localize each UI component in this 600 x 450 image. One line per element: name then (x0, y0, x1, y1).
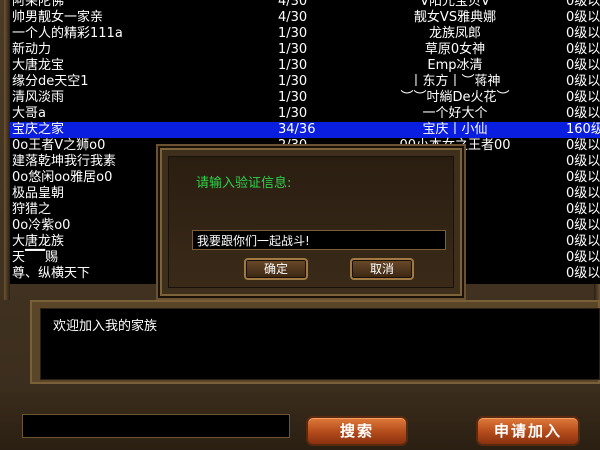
family-name: 狩猎之 (12, 202, 52, 217)
leader-name: 一个好大个 (422, 106, 488, 121)
ok-button[interactable]: 确定 (244, 258, 308, 280)
family-notice: 欢迎加入我的家族 (40, 308, 600, 380)
level-requirement: 160级 (566, 122, 600, 137)
family-name: 大唐龙宝 (12, 58, 65, 73)
family-row[interactable]: 大哥a 1/30 一个好大个 0级以 (10, 106, 600, 122)
member-count: 1/30 (278, 106, 308, 121)
level-requirement: 0级以 (566, 266, 600, 281)
search-input[interactable] (22, 414, 290, 438)
family-name: 尊、纵横天下 (12, 266, 91, 281)
cancel-button[interactable]: 取消 (350, 258, 414, 280)
apply-join-button[interactable]: 申请加入 (476, 416, 580, 446)
dialog-prompt: 请输入验证信息: (196, 176, 292, 191)
level-requirement: 0级以 (566, 138, 600, 153)
family-name: 建落乾坤我行我素 (12, 154, 117, 169)
level-requirement: 0级以 (566, 186, 600, 201)
family-name: 极品皇朝 (12, 186, 65, 201)
member-count: 4/30 (278, 10, 308, 25)
level-requirement: 0级以 (566, 250, 600, 265)
leader-name: 草原0女神 (424, 42, 486, 57)
family-name: 0o王者V之狮o0 (12, 138, 106, 153)
family-row[interactable]: 大唐龙宝 1/30 Emp冰清 0级以 (10, 58, 600, 74)
family-name: 0o冷紫o0 (12, 218, 71, 233)
family-row[interactable]: 一个人的精彩111a 1/30 龙族凤郎 0级以 (10, 26, 600, 42)
member-count: 1/30 (278, 74, 308, 89)
level-requirement: 0级以 (566, 10, 600, 25)
family-name: 新动力 (12, 42, 52, 57)
level-requirement: 0级以 (566, 26, 600, 41)
family-row[interactable]: 宝庆之家 34/36 宝庆丨小仙 160级 (10, 122, 600, 138)
family-name: 阿呆陀佛 (12, 0, 65, 9)
family-name: 宝庆之家 (12, 122, 65, 137)
level-requirement: 0级以 (566, 74, 600, 89)
family-name: 一个人的精彩111a (12, 26, 123, 41)
leader-name: 丨东方丨︶蒋神 (409, 74, 501, 89)
leader-name: Emp冰清 (427, 58, 483, 73)
leader-name: ︶︶吋緔De火花︶ (400, 90, 510, 105)
family-name: 0o悠闲oo雅居o0 (12, 170, 113, 185)
level-requirement: 0级以 (566, 218, 600, 233)
level-requirement: 0级以 (566, 202, 600, 217)
family-name: 缘分de天空1 (12, 74, 89, 89)
member-count: 4/30 (278, 0, 308, 9)
search-button[interactable]: 搜索 (306, 416, 408, 446)
family-name: 清风淡雨 (12, 90, 65, 105)
family-row[interactable]: 缘分de天空1 1/30 丨东方丨︶蒋神 0级以 (10, 74, 600, 90)
member-count: 1/30 (278, 90, 308, 105)
leader-name: 宝庆丨小仙 (422, 122, 488, 137)
level-requirement: 0级以 (566, 0, 600, 9)
family-name: 帅男靓女一家亲 (12, 10, 104, 25)
level-requirement: 0级以 (566, 42, 600, 57)
member-count: 1/30 (278, 42, 308, 57)
level-requirement: 0级以 (566, 234, 600, 249)
level-requirement: 0级以 (566, 170, 600, 185)
member-count: 1/30 (278, 58, 308, 73)
level-requirement: 0级以 (566, 154, 600, 169)
family-name: 天▔▔赐 (12, 250, 58, 265)
leader-name: 靓女VS雅典娜 (413, 10, 497, 25)
family-row[interactable]: 清风淡雨 1/30 ︶︶吋緔De火花︶ 0级以 (10, 90, 600, 106)
level-requirement: 0级以 (566, 90, 600, 105)
family-row[interactable]: 新动力 1/30 草原0女神 0级以 (10, 42, 600, 58)
leader-name: V阳光宝贝V (420, 0, 490, 9)
family-row[interactable]: 帅男靓女一家亲 4/30 靓女VS雅典娜 0级以 (10, 10, 600, 26)
member-count: 1/30 (278, 26, 308, 41)
member-count: 34/36 (278, 122, 316, 137)
family-name: 大哥a (12, 106, 46, 121)
leader-name: 龙族凤郎 (428, 26, 481, 41)
level-requirement: 0级以 (566, 58, 600, 73)
family-row[interactable]: 阿呆陀佛 4/30 V阳光宝贝V 0级以 (10, 0, 600, 10)
verification-input[interactable] (192, 230, 446, 250)
level-requirement: 0级以 (566, 106, 600, 121)
family-name: 大唐龙族 (12, 234, 65, 249)
